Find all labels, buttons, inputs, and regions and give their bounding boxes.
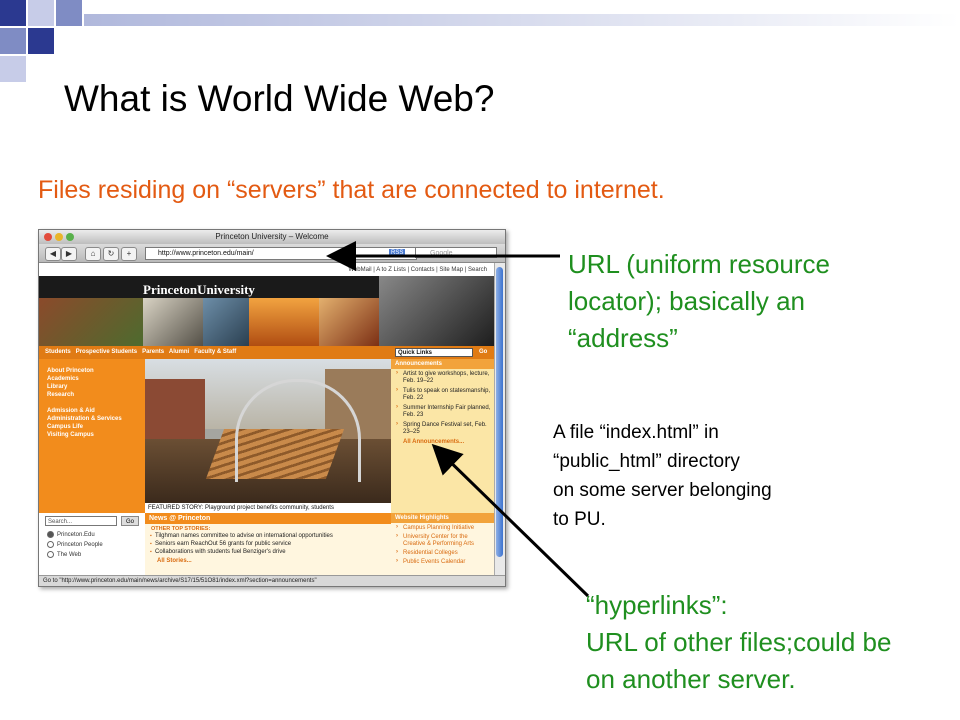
url-note-line: URL (uniform resource: [568, 249, 831, 279]
url-note: URL (uniform resource locator); basicall…: [568, 246, 830, 357]
file-note-line: on some server belonging: [553, 480, 772, 501]
file-note: A file “index.html” in “public_html” dir…: [553, 418, 772, 534]
hyperlinks-note: “hyperlinks”: URL of other files;could b…: [586, 587, 891, 698]
file-note-line: “public_html” directory: [553, 451, 740, 472]
hyperlinks-note-line: “hyperlinks”:: [586, 590, 728, 620]
hyperlinks-note-line: on another server.: [586, 664, 796, 694]
url-note-line: “address”: [568, 323, 678, 353]
file-note-line: A file “index.html” in: [553, 422, 719, 443]
file-note-line: to PU.: [553, 509, 606, 530]
url-note-line: locator); basically an: [568, 286, 805, 316]
hyperlinks-note-line: URL of other files;could be: [586, 627, 892, 657]
